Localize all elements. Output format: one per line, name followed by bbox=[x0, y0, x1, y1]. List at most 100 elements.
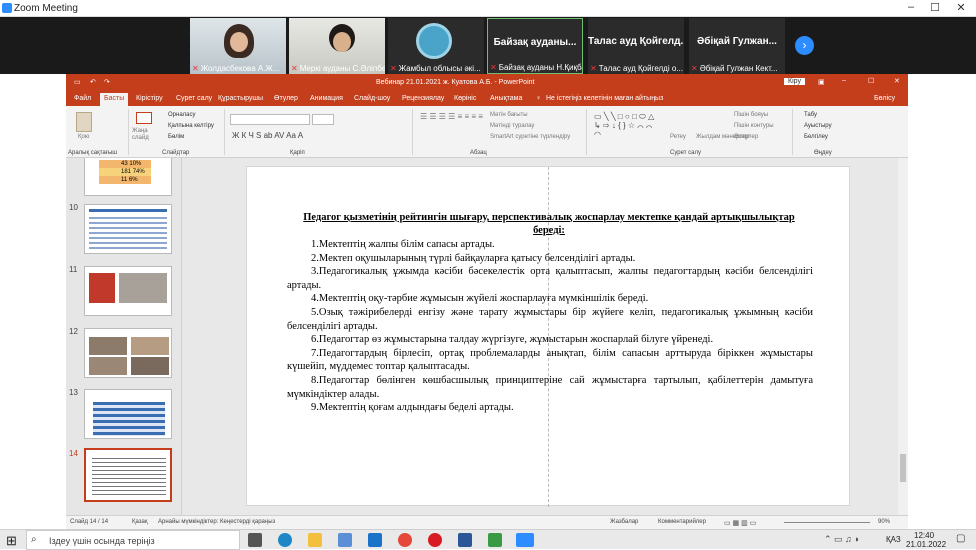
arrange-button[interactable]: Ретеу bbox=[670, 134, 686, 140]
thumb-row: 11 6% bbox=[99, 176, 151, 184]
notifications-icon[interactable]: ▢ bbox=[956, 533, 965, 544]
tab-review[interactable]: Рецензиялау bbox=[402, 95, 444, 102]
tab-slideshow[interactable]: Слайд-шоу bbox=[354, 95, 390, 102]
participant-name: Жолдасбекова А.Ж... bbox=[200, 64, 280, 73]
slide-thumbnail[interactable] bbox=[84, 266, 172, 316]
slide-canvas[interactable]: Педагог қызметінің рейтингін шығару, пер… bbox=[246, 166, 850, 507]
explorer-icon[interactable] bbox=[308, 533, 322, 547]
store-icon[interactable] bbox=[338, 533, 352, 547]
tab-animations[interactable]: Анимация bbox=[310, 95, 343, 102]
layout-button[interactable]: Орналасу bbox=[168, 112, 196, 118]
participant-tile[interactable]: Байзақ ауданы... ✕Байзақ ауданы Н.Қиқба.… bbox=[487, 18, 583, 74]
tab-insert[interactable]: Кірістіру bbox=[136, 95, 163, 102]
paragraph-buttons[interactable]: ☰ ☰ ☰ ☰ ≡ ≡ ≡ ≡ bbox=[420, 112, 483, 121]
participant-tile[interactable]: ✕Меркі ауданы С.Әліпбек... bbox=[289, 18, 385, 74]
windows-start-icon[interactable]: ⊞ bbox=[6, 533, 17, 549]
edge-icon[interactable] bbox=[278, 533, 292, 547]
minimize-icon[interactable]: – bbox=[900, 1, 922, 13]
slide-thumbnail-selected[interactable] bbox=[84, 448, 172, 502]
clock-time[interactable]: 12:40 bbox=[914, 531, 934, 540]
reset-button[interactable]: Қалпына келтіру bbox=[168, 123, 214, 129]
vertical-scrollbar[interactable] bbox=[898, 158, 908, 515]
next-page-icon[interactable]: › bbox=[795, 36, 814, 55]
share-button[interactable]: Бөлісу bbox=[874, 95, 895, 102]
select-button[interactable]: Белгілеу bbox=[804, 134, 828, 140]
maximize-icon[interactable]: ☐ bbox=[868, 77, 874, 85]
slide-thumbnail[interactable]: 43 10% 181 74% 11 6% bbox=[84, 158, 172, 196]
slide-body[interactable]: 1.Мектептің жалпы білім сапасы артады. 2… bbox=[287, 238, 813, 415]
word-icon[interactable] bbox=[458, 533, 472, 547]
participant-tile[interactable]: Талас ауд Қойгелд... ✕ Талас ауд Қойгелді… bbox=[588, 18, 684, 74]
view-buttons[interactable]: ▭ ▦ ▥ ▭ bbox=[724, 519, 756, 527]
redo-icon[interactable]: ↷ bbox=[104, 78, 110, 86]
clock-date[interactable]: 21.01.2022 bbox=[906, 540, 946, 549]
font-size-select[interactable] bbox=[312, 114, 334, 125]
tab-help[interactable]: Анықтама bbox=[490, 95, 522, 102]
input-language[interactable]: ҚАЗ bbox=[886, 535, 901, 544]
find-button[interactable]: Табу bbox=[804, 112, 817, 118]
list-item: 4.Мектептің оқу-тәрбие жұмысын жүйелі жо… bbox=[311, 293, 649, 305]
participant-tile[interactable]: ✕ Жамбыл облысы әкі... bbox=[388, 18, 484, 74]
shape-fill-button[interactable]: Пішін бояуы bbox=[734, 112, 768, 118]
tab-design[interactable]: Құрастырушы bbox=[218, 95, 263, 102]
shape-effects-button[interactable]: Әсерлер bbox=[734, 134, 758, 140]
language-status[interactable]: Қазақ bbox=[132, 519, 147, 525]
participant-tile[interactable]: ✕ Жолдасбекова А.Ж... bbox=[190, 18, 286, 74]
shapes-gallery[interactable]: ▭ ╲ ╲ □ ○ □ ⬭ △ ↳ ⇨ ↓ { } ☆ ⌒ ⌒ ◠ bbox=[594, 112, 660, 139]
sign-in-button[interactable]: Кіру bbox=[784, 78, 805, 85]
ribbon-options-icon[interactable]: ▣ bbox=[818, 78, 825, 86]
text-direction-button[interactable]: Мәтін бағыты bbox=[490, 112, 528, 118]
group-font: Қаріп bbox=[290, 150, 305, 156]
app-icon[interactable] bbox=[488, 533, 502, 547]
participant-strip: ✕ Жолдасбекова А.Ж... ✕ Меркі ауданы С.Әлі… bbox=[0, 17, 976, 74]
opera-icon[interactable] bbox=[428, 533, 442, 547]
slide-title[interactable]: Педагог қызметінің рейтингін шығару, пер… bbox=[287, 211, 811, 237]
replace-button[interactable]: Ауыстыру bbox=[804, 123, 832, 129]
smartart-button[interactable]: SmartArt суретіне түрлендіру bbox=[490, 134, 570, 140]
undo-icon[interactable]: ↶ bbox=[90, 78, 96, 86]
scroll-thumb[interactable] bbox=[900, 454, 906, 482]
list-item: 2.Мектеп оқушыларының түрлі байқауларға … bbox=[311, 252, 636, 264]
minimize-icon[interactable]: – bbox=[842, 77, 846, 84]
tab-file[interactable]: Файл bbox=[74, 95, 91, 102]
comments-button[interactable]: Комментарийлер bbox=[658, 519, 706, 525]
align-text-button[interactable]: Мәтінді туралау bbox=[490, 123, 534, 129]
shape-outline-button[interactable]: Пішін контуры bbox=[734, 123, 774, 129]
tab-transitions[interactable]: Өтулер bbox=[274, 95, 298, 102]
task-view-icon[interactable] bbox=[248, 533, 262, 547]
tab-home[interactable]: Басты bbox=[100, 93, 129, 106]
new-slide-button[interactable]: Жаңа слайд bbox=[132, 128, 156, 142]
tab-draw[interactable]: Сурет салу bbox=[176, 95, 212, 102]
new-slide-icon[interactable] bbox=[136, 112, 152, 124]
list-item: 1.Мектептің жалпы білім сапасы артады. bbox=[311, 239, 495, 250]
close-icon[interactable]: ✕ bbox=[950, 1, 972, 14]
slide-thumbnail[interactable] bbox=[84, 204, 172, 254]
section-button[interactable]: Бөлім bbox=[168, 134, 184, 140]
ppt-title-bar: ▭ ↶ ↷ Вебинар 21.01.2021 ж. Куатова А.Б.… bbox=[66, 74, 908, 92]
notes-button[interactable]: Жазбалар bbox=[610, 519, 638, 525]
taskbar-search-input[interactable]: ⌕ Іздеу үшін осында теріңіз bbox=[26, 530, 240, 550]
paste-icon[interactable] bbox=[76, 112, 92, 132]
accessibility-status[interactable]: Арнайы мүмкіндіктер: Кеңестерді қараңыз bbox=[158, 519, 275, 525]
zoom-window-title: Zoom Meeting bbox=[14, 3, 78, 14]
tell-me-input[interactable]: Не істегіңіз келетінін маған айтыңыз bbox=[546, 95, 663, 102]
slide-counter: Слайд 14 / 14 bbox=[70, 519, 109, 525]
zoom-level[interactable]: 90% bbox=[878, 519, 890, 525]
slide-thumbnail[interactable] bbox=[84, 389, 172, 439]
chrome-icon[interactable] bbox=[398, 533, 412, 547]
slide-thumbnail[interactable] bbox=[84, 328, 172, 378]
font-family-select[interactable] bbox=[230, 114, 310, 125]
font-format-buttons[interactable]: Ж К Ч S ab AV Aa A bbox=[232, 131, 303, 140]
doc-title: Вебинар 21.01.2021 ж. Куатова А.Б. - Pow… bbox=[376, 79, 535, 86]
list-item: 5.Озық тәжірибелерді енгізу және тарату … bbox=[287, 306, 813, 332]
zoom-taskbar-icon[interactable] bbox=[516, 533, 534, 547]
tab-view[interactable]: Көрініс bbox=[454, 95, 476, 102]
participant-tile[interactable]: Әбіқай Гулжан... ✕ Әбіқай Гулжан Кект... bbox=[689, 18, 785, 74]
paste-button[interactable]: Қою bbox=[78, 134, 89, 140]
mail-icon[interactable] bbox=[368, 533, 382, 547]
save-icon[interactable]: ▭ bbox=[74, 78, 81, 86]
zoom-slider[interactable] bbox=[784, 522, 870, 523]
maximize-icon[interactable]: ☐ bbox=[924, 1, 946, 14]
close-icon[interactable]: ✕ bbox=[894, 77, 900, 85]
tray-icons[interactable]: ⌃ ▭ ♫ ◗ bbox=[824, 534, 860, 545]
